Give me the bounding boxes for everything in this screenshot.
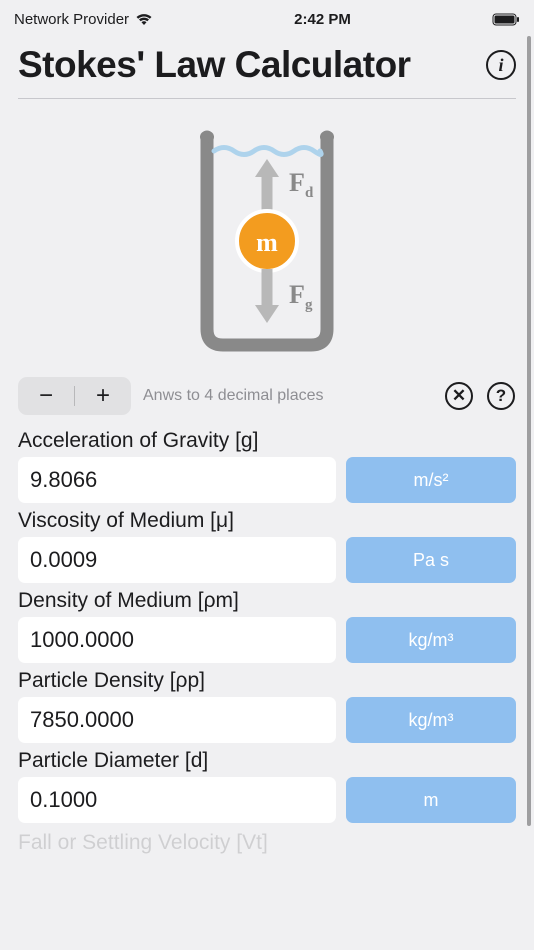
svg-text:m: m [256,228,278,257]
stokes-diagram: F d m F g [167,119,367,359]
page-header: Stokes' Law Calculator i [0,38,534,98]
question-icon: ? [487,382,515,410]
field-density-medium: Density of Medium [ρm] kg/m³ [18,589,516,663]
svg-text:F: F [289,280,305,309]
decrease-precision-button[interactable]: − [18,377,74,415]
diagram-container: F d m F g [0,99,534,367]
field-label: Particle Diameter [d] [18,749,516,773]
status-bar: Network Provider 2:42 PM [0,0,534,38]
precision-stepper: − + [18,377,131,415]
diameter-input[interactable] [18,777,336,823]
field-label: Density of Medium [ρm] [18,589,516,613]
precision-label: Anws to 4 decimal places [143,387,432,405]
field-diameter: Particle Diameter [d] m [18,749,516,823]
carrier-label: Network Provider [14,11,129,28]
svg-text:F: F [289,168,305,197]
increase-precision-button[interactable]: + [75,377,131,415]
info-icon: i [498,55,503,76]
density-particle-input[interactable] [18,697,336,743]
battery-icon [492,13,520,26]
field-gravity: Acceleration of Gravity [g] m/s² [18,429,516,503]
scrollbar[interactable] [527,36,531,916]
field-label: Viscosity of Medium [μ] [18,509,516,533]
gravity-input[interactable] [18,457,336,503]
field-label: Particle Density [ρp] [18,669,516,693]
wifi-icon [135,12,153,26]
density-medium-input[interactable] [18,617,336,663]
fields-list: Acceleration of Gravity [g] m/s² Viscosi… [0,421,534,823]
diameter-unit-button[interactable]: m [346,777,516,823]
gravity-unit-button[interactable]: m/s² [346,457,516,503]
viscosity-unit-button[interactable]: Pa s [346,537,516,583]
info-button[interactable]: i [486,50,516,80]
svg-text:d: d [305,185,314,201]
field-viscosity: Viscosity of Medium [μ] Pa s [18,509,516,583]
density-particle-unit-button[interactable]: kg/m³ [346,697,516,743]
field-velocity-label-partial: Fall or Settling Velocity [Vt] [0,831,534,855]
svg-text:g: g [305,297,313,313]
close-icon: ✕ [445,382,473,410]
viscosity-input[interactable] [18,537,336,583]
page-title: Stokes' Law Calculator [18,44,411,86]
field-label: Acceleration of Gravity [g] [18,429,516,453]
scrollbar-thumb[interactable] [527,36,531,826]
clear-button[interactable]: ✕ [444,381,474,411]
help-button[interactable]: ? [486,381,516,411]
density-medium-unit-button[interactable]: kg/m³ [346,617,516,663]
time-label: 2:42 PM [294,11,351,28]
field-density-particle: Particle Density [ρp] kg/m³ [18,669,516,743]
controls-row: − + Anws to 4 decimal places ✕ ? [0,367,534,421]
